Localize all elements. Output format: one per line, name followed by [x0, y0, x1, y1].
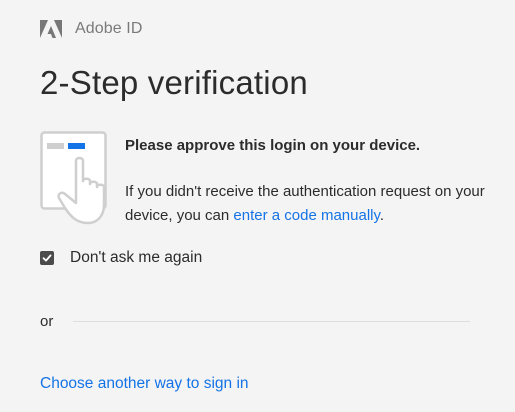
dont-ask-again-checkbox[interactable]	[40, 251, 54, 265]
tap-phone-icon	[40, 131, 107, 225]
adobe-logo-icon	[40, 20, 62, 38]
page-title: 2-Step verification	[40, 64, 308, 101]
divider	[73, 320, 470, 322]
or-label: or	[40, 312, 54, 330]
enter-code-manually-link[interactable]: enter a code manually	[233, 207, 379, 224]
choose-another-way-link[interactable]: Choose another way to sign in	[40, 375, 249, 393]
or-separator: or	[40, 311, 470, 331]
header: Adobe ID	[40, 17, 143, 41]
checkmark-icon	[42, 254, 52, 262]
approve-heading: Please approve this login on your device…	[125, 137, 421, 154]
brand-name: Adobe ID	[75, 20, 143, 37]
dont-ask-again-row[interactable]: Don't ask me again	[40, 247, 202, 269]
approval-instructions: If you didn't receive the authentication…	[125, 180, 485, 228]
dont-ask-again-label[interactable]: Don't ask me again	[70, 249, 202, 267]
approval-instructions-end: .	[379, 207, 385, 224]
